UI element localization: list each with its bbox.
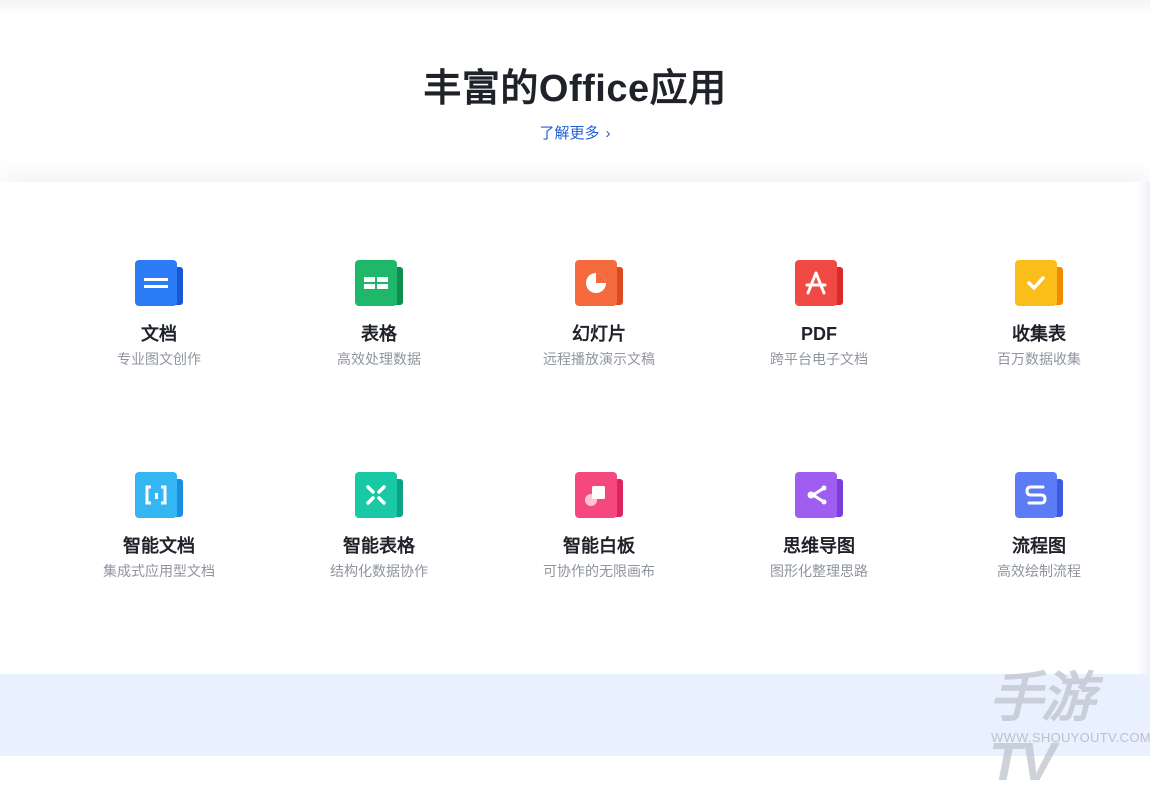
app-name: 收集表 — [1012, 324, 1066, 344]
app-card-slides[interactable]: 幻灯片 远程播放演示文稿 — [519, 260, 679, 369]
watermark: 手游TV WWW.SHOUYOUTV.COM — [985, 666, 1150, 792]
app-card-smart-sheet[interactable]: 智能表格 结构化数据协作 — [299, 472, 459, 581]
sheet-icon — [355, 260, 403, 308]
app-card-smart-doc[interactable]: 智能文档 集成式应用型文档 — [79, 472, 239, 581]
chevron-right-icon: › — [605, 125, 611, 142]
whiteboard-icon — [575, 472, 623, 520]
app-name: 幻灯片 — [572, 324, 626, 344]
form-icon — [1015, 260, 1063, 308]
learn-more-label: 了解更多 — [539, 125, 600, 142]
app-desc: 百万数据收集 — [997, 351, 1081, 367]
app-card-sheet[interactable]: 表格 高效处理数据 — [299, 260, 459, 369]
smart-doc-icon — [135, 472, 183, 520]
app-name: 智能白板 — [563, 536, 635, 556]
slides-icon — [575, 260, 623, 308]
hero-section: 丰富的Office应用 了解更多 › — [0, 14, 1150, 182]
app-name: PDF — [801, 324, 837, 344]
section-title: 丰富的Office应用 — [423, 68, 727, 110]
doc-icon — [135, 260, 183, 308]
app-desc: 远程播放演示文稿 — [543, 351, 655, 367]
app-name: 智能表格 — [343, 536, 415, 556]
mindmap-icon — [795, 472, 843, 520]
app-desc: 图形化整理思路 — [770, 563, 868, 579]
smart-sheet-icon — [355, 472, 403, 520]
pdf-icon — [795, 260, 843, 308]
top-strip — [0, 0, 1150, 14]
app-desc: 高效绘制流程 — [997, 563, 1081, 579]
app-card-flowchart[interactable]: 流程图 高效绘制流程 — [959, 472, 1119, 581]
app-name: 表格 — [361, 324, 397, 344]
app-card-pdf[interactable]: PDF 跨平台电子文档 — [739, 260, 899, 369]
app-desc: 可协作的无限画布 — [543, 563, 655, 579]
app-card-whiteboard[interactable]: 智能白板 可协作的无限画布 — [519, 472, 679, 581]
app-desc: 结构化数据协作 — [330, 563, 428, 579]
learn-more-link[interactable]: 了解更多 › — [0, 124, 1150, 144]
app-name: 智能文档 — [123, 536, 195, 556]
app-desc: 专业图文创作 — [117, 351, 201, 367]
footer-band — [0, 674, 1150, 756]
app-desc: 高效处理数据 — [337, 351, 421, 367]
app-name: 流程图 — [1012, 536, 1066, 556]
flowchart-icon — [1015, 472, 1063, 520]
app-card-mindmap[interactable]: 思维导图 图形化整理思路 — [739, 472, 899, 581]
app-card-form[interactable]: 收集表 百万数据收集 — [959, 260, 1119, 369]
app-name: 思维导图 — [783, 536, 855, 556]
app-desc: 跨平台电子文档 — [770, 351, 868, 367]
panel-edge-shadow — [1138, 182, 1150, 674]
app-desc: 集成式应用型文档 — [103, 563, 215, 579]
app-card-doc[interactable]: 文档 专业图文创作 — [79, 260, 239, 369]
apps-panel — [0, 182, 1150, 674]
watermark-url: WWW.SHOUYOUTV.COM — [991, 730, 1150, 745]
app-name: 文档 — [141, 324, 177, 344]
